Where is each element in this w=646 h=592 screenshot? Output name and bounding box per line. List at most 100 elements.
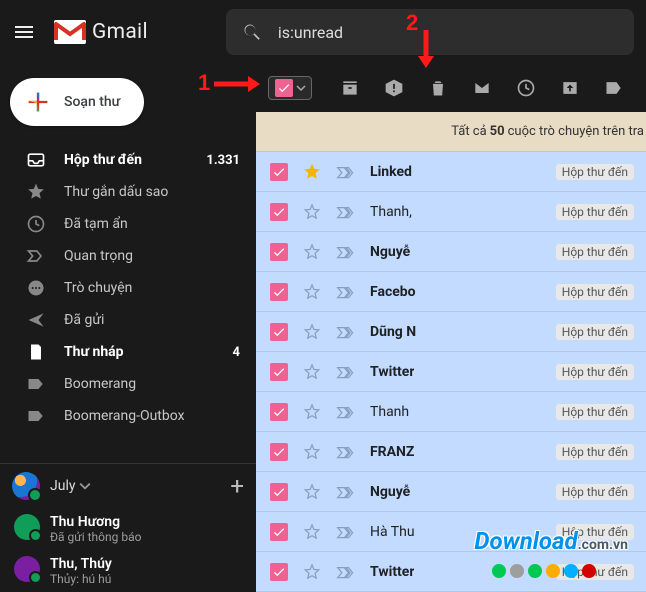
row-checkbox[interactable]: [270, 403, 288, 421]
mail-row[interactable]: FaceboHộp thư đến: [256, 272, 646, 312]
select-all-checkbox[interactable]: [275, 79, 293, 97]
mail-row[interactable]: ThanhHộp thư đến: [256, 392, 646, 432]
star-icon[interactable]: [302, 522, 322, 542]
importance-icon[interactable]: [336, 485, 356, 499]
chat-item[interactable]: Thu, ThúyThủy: hú hú: [0, 550, 256, 592]
star-icon[interactable]: [302, 162, 322, 182]
importance-icon[interactable]: [336, 165, 356, 179]
dot: [564, 564, 578, 578]
importance-icon[interactable]: [336, 365, 356, 379]
clock-icon: [26, 214, 46, 234]
importance-icon[interactable]: [336, 405, 356, 419]
star-icon[interactable]: [302, 282, 322, 302]
row-checkbox[interactable]: [270, 443, 288, 461]
snooze-icon[interactable]: [516, 78, 536, 98]
delete-icon[interactable]: [428, 78, 448, 98]
toolbar: 1 2: [256, 64, 646, 112]
importance-icon[interactable]: [336, 245, 356, 259]
chat-item[interactable]: Thu HươngĐã gửi thông báo: [0, 508, 256, 550]
mail-row[interactable]: FRANZ Hộp thư đến: [256, 432, 646, 472]
mail-label-tag: Hộp thư đến: [556, 164, 634, 180]
row-checkbox[interactable]: [270, 163, 288, 181]
mail-label-tag: Hộp thư đến: [556, 244, 634, 260]
select-all[interactable]: [268, 76, 312, 100]
spam-icon[interactable]: [384, 78, 404, 98]
mark-read-icon[interactable]: [472, 78, 492, 98]
sidebar-item-0[interactable]: Hộp thư đến1.331: [0, 144, 256, 176]
mail-row[interactable]: Dũng NHộp thư đến: [256, 312, 646, 352]
mail-sender: Linked: [370, 164, 412, 180]
mail-row[interactable]: Linked Hộp thư đến: [256, 152, 646, 192]
sidebar-item-1[interactable]: Thư gắn dấu sao: [0, 176, 256, 208]
sidebar-label: Trò chuyện: [64, 280, 132, 296]
dot: [528, 564, 542, 578]
row-checkbox[interactable]: [270, 363, 288, 381]
star-icon[interactable]: [302, 562, 322, 582]
star-icon[interactable]: [302, 322, 322, 342]
star-icon[interactable]: [302, 402, 322, 422]
importance-icon[interactable]: [336, 445, 356, 459]
mail-label-tag: Hộp thư đến: [556, 404, 634, 420]
sidebar-item-8[interactable]: Boomerang-Outbox: [0, 400, 256, 432]
dot: [510, 564, 524, 578]
row-checkbox[interactable]: [270, 283, 288, 301]
new-chat-button[interactable]: +: [230, 472, 244, 500]
star-icon[interactable]: [302, 482, 322, 502]
star-icon[interactable]: [302, 442, 322, 462]
row-checkbox[interactable]: [270, 203, 288, 221]
importance-icon[interactable]: [336, 525, 356, 539]
star-icon[interactable]: [302, 242, 322, 262]
sidebar-item-3[interactable]: Quan trọng: [0, 240, 256, 272]
mail-sender: Twitter: [370, 364, 414, 380]
sidebar-item-5[interactable]: Đã gửi: [0, 304, 256, 336]
sidebar-count: 4: [233, 345, 240, 360]
sidebar-item-7[interactable]: Boomerang: [0, 368, 256, 400]
search-icon: [242, 21, 262, 43]
row-checkbox[interactable]: [270, 243, 288, 261]
mail-sender: FRANZ: [370, 444, 414, 460]
importance-icon[interactable]: [336, 285, 356, 299]
star-icon[interactable]: [302, 362, 322, 382]
hangouts-me[interactable]: July +: [0, 464, 256, 508]
sidebar-item-6[interactable]: Thư nháp4: [0, 336, 256, 368]
content: 1 2 Tất cả 50 cuộc trò chuyện trên tra L…: [256, 64, 646, 592]
chat-sub: Thủy: hú hú: [50, 572, 112, 586]
menu-icon[interactable]: [12, 20, 36, 44]
mail-label-tag: Hộp thư đến: [556, 444, 634, 460]
chat-icon: [26, 278, 46, 298]
dot: [492, 564, 506, 578]
compose-button[interactable]: Soạn thư: [10, 78, 144, 126]
app-name: Gmail: [92, 20, 148, 44]
sidebar-label: Boomerang-Outbox: [64, 408, 185, 424]
star-icon[interactable]: [302, 202, 322, 222]
importance-icon[interactable]: [336, 205, 356, 219]
row-checkbox[interactable]: [270, 563, 288, 581]
sidebar-item-4[interactable]: Trò chuyện: [0, 272, 256, 304]
mail-row[interactable]: NguyễHộp thư đến: [256, 472, 646, 512]
importance-icon[interactable]: [336, 565, 356, 579]
move-to-icon[interactable]: [560, 78, 580, 98]
sidebar-label: Boomerang: [64, 376, 136, 392]
archive-icon[interactable]: [340, 78, 360, 98]
mail-row[interactable]: Nguyễ Hộp thư đến: [256, 232, 646, 272]
mail-row[interactable]: Thanh,Hộp thư đến: [256, 192, 646, 232]
dot: [582, 564, 596, 578]
gmail-logo[interactable]: Gmail: [54, 20, 220, 44]
mail-label-tag: Hộp thư đến: [556, 364, 634, 380]
mail-sender: Hà Thu: [370, 524, 415, 540]
inbox-icon: [26, 150, 46, 170]
importance-icon[interactable]: [336, 325, 356, 339]
mail-sender: Nguyễ: [370, 244, 410, 260]
row-checkbox[interactable]: [270, 323, 288, 341]
label-icon[interactable]: [604, 78, 624, 98]
mail-row[interactable]: Twitter Hộp thư đến: [256, 352, 646, 392]
row-checkbox[interactable]: [270, 483, 288, 501]
search-bar[interactable]: [226, 9, 634, 55]
search-input[interactable]: [278, 23, 618, 42]
row-checkbox[interactable]: [270, 523, 288, 541]
sidebar-nav: Hộp thư đến1.331Thư gắn dấu saoĐã tạm ẩn…: [0, 140, 256, 436]
select-all-dropdown[interactable]: [293, 83, 309, 93]
sidebar-label: Hộp thư đến: [64, 152, 142, 168]
watermark: Download.com.vn: [474, 527, 628, 556]
sidebar-item-2[interactable]: Đã tạm ẩn: [0, 208, 256, 240]
